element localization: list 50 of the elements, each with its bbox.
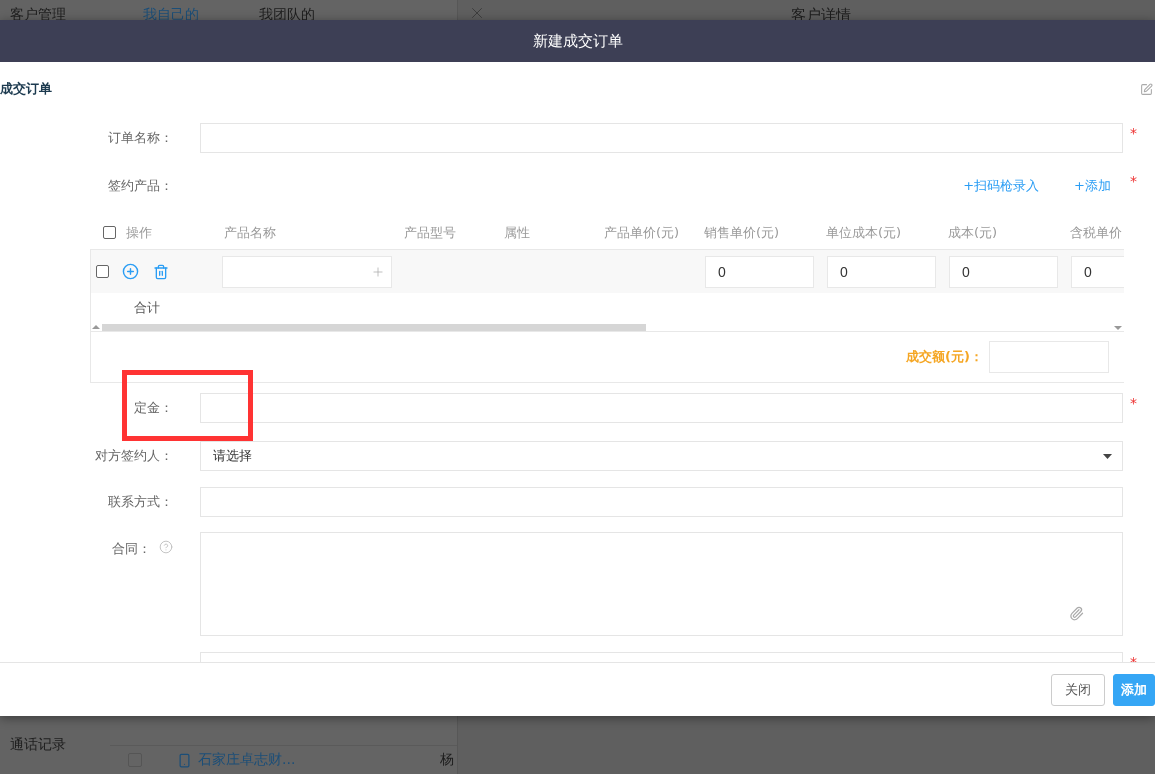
table-cell-text: 杨 bbox=[440, 751, 455, 769]
number-field[interactable]: 0 bbox=[949, 255, 1058, 288]
field-label: 定金： bbox=[134, 399, 173, 417]
edit-icon[interactable] bbox=[1140, 82, 1153, 96]
dialog-title: 新建成交订单 bbox=[532, 31, 623, 51]
add-link[interactable]: +添加 bbox=[1074, 177, 1111, 195]
column-header: 产品名称 bbox=[223, 225, 276, 240]
column-header: 操作 bbox=[125, 225, 152, 240]
column-header: 销售单价(元) bbox=[703, 225, 780, 240]
help-icon[interactable] bbox=[159, 540, 173, 554]
required-mark: * bbox=[1129, 124, 1137, 141]
select-field[interactable]: 请选择 bbox=[200, 441, 1123, 471]
field-label: 联系方式： bbox=[108, 493, 173, 511]
required-mark: * bbox=[1129, 394, 1137, 411]
field-label: 订单名称： bbox=[108, 129, 173, 147]
close-button[interactable]: 关闭 bbox=[1051, 673, 1105, 706]
number-field[interactable]: 0 bbox=[1071, 255, 1124, 288]
add-button[interactable]: 添加 bbox=[1113, 673, 1155, 706]
sidebar-item[interactable]: 客户管理 bbox=[10, 6, 66, 24]
paperclip-icon[interactable] bbox=[1069, 606, 1084, 621]
amount-label: 成交额(元)： bbox=[906, 348, 983, 366]
sidebar-item[interactable]: 通话记录 bbox=[10, 736, 66, 754]
trash-icon[interactable] bbox=[153, 263, 169, 280]
column-header: 含税单价 bbox=[1069, 225, 1122, 240]
column-header: 属性 bbox=[503, 225, 530, 240]
field-label: 签约产品： bbox=[108, 177, 173, 195]
text-field[interactable] bbox=[200, 393, 1123, 423]
total-label: 合计 bbox=[134, 299, 160, 317]
section-title: 成交订单 bbox=[0, 80, 52, 98]
phone-icon bbox=[177, 752, 192, 768]
text-field[interactable] bbox=[200, 487, 1123, 517]
add-circle-icon[interactable] bbox=[122, 263, 139, 280]
field-label: 对方签约人： bbox=[95, 447, 173, 465]
horizontal-scrollbar[interactable] bbox=[91, 323, 1124, 332]
number-field[interactable]: 0 bbox=[827, 255, 936, 288]
product-name-field[interactable] bbox=[222, 255, 392, 288]
column-header: 产品型号 bbox=[403, 225, 456, 240]
caret-icon bbox=[1103, 453, 1112, 459]
column-header: 成本(元) bbox=[947, 225, 998, 240]
required-mark: * bbox=[1129, 172, 1137, 189]
text-field[interactable] bbox=[200, 123, 1123, 153]
field-label: 合同： bbox=[112, 540, 151, 558]
column-header: 单位成本(元) bbox=[825, 225, 902, 240]
number-field[interactable]: 0 bbox=[705, 255, 814, 288]
plus-icon[interactable] bbox=[371, 264, 385, 279]
contract-area[interactable] bbox=[200, 532, 1123, 636]
checkbox[interactable] bbox=[96, 265, 109, 278]
checkbox[interactable] bbox=[103, 225, 116, 239]
column-header: 产品单价(元) bbox=[603, 225, 680, 240]
add-link[interactable]: +扫码枪录入 bbox=[963, 177, 1040, 195]
